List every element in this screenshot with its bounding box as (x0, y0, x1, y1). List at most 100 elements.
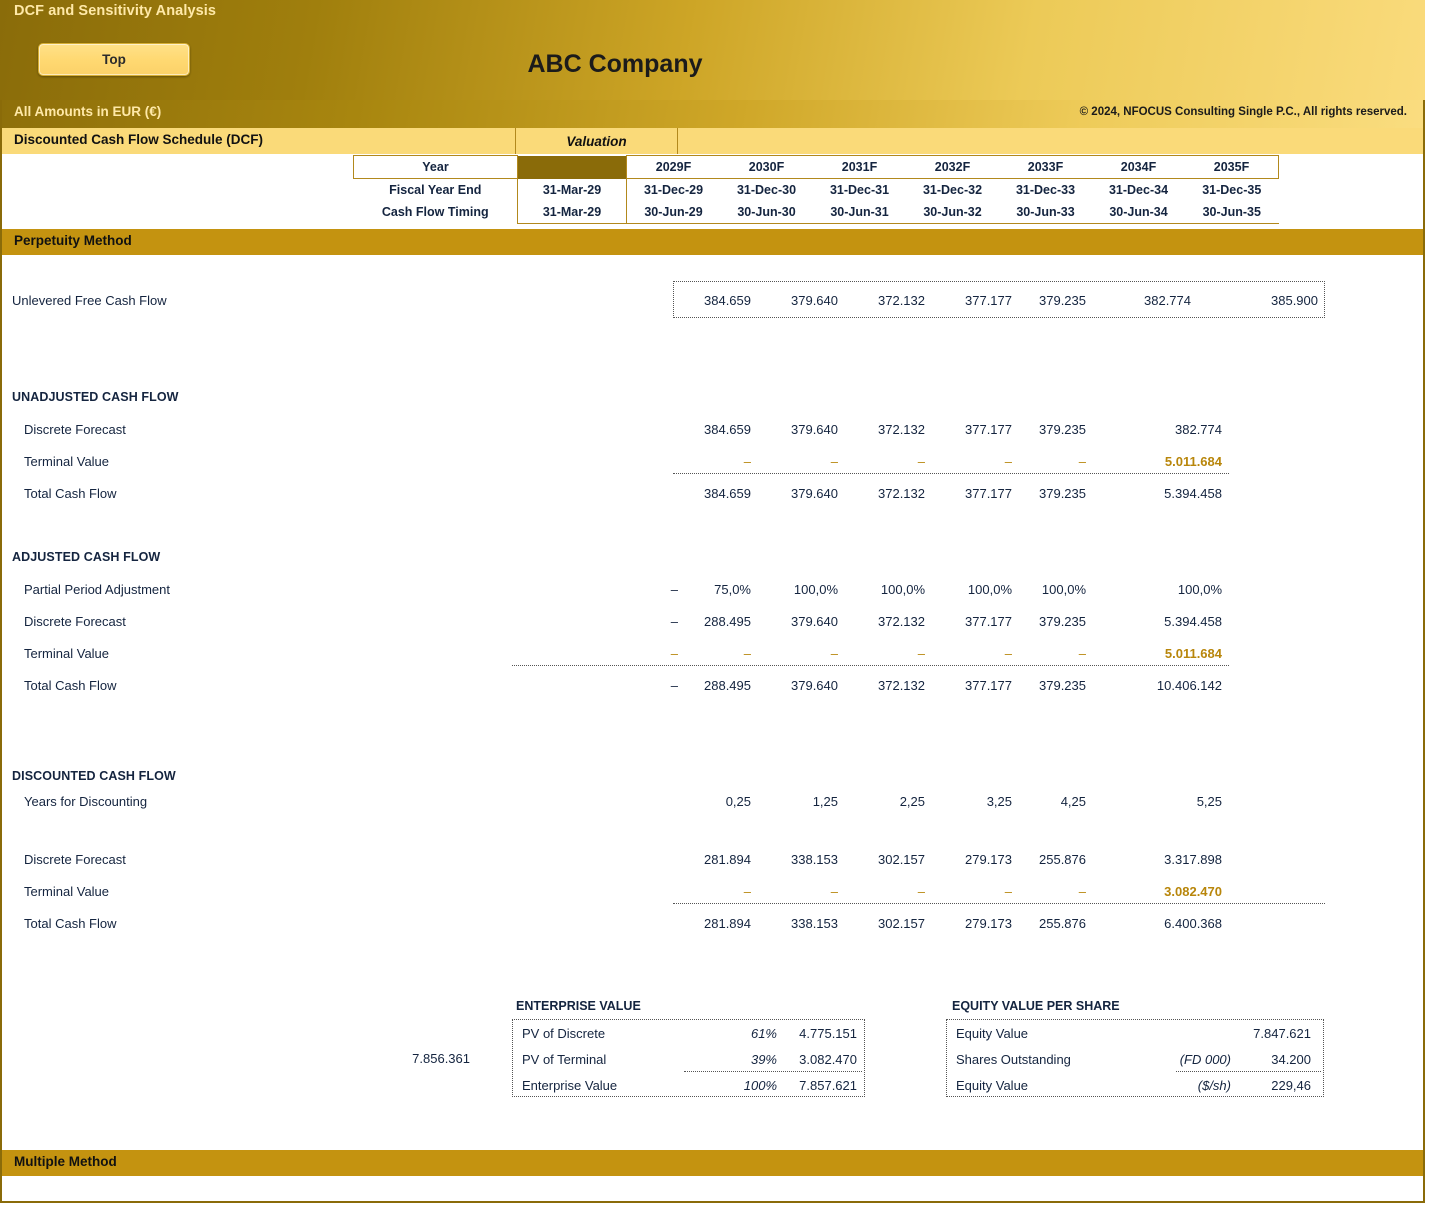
years-discounting-label: Years for Discounting (24, 794, 148, 809)
adjusted-discrete-1: 379.640 (791, 614, 838, 629)
discounted-discrete-0: 281.894 (704, 852, 751, 867)
equity-value-per-share-unit: ($/sh) (1197, 1078, 1231, 1093)
equity-value-per-share-label: Equity Value (956, 1078, 1029, 1093)
section-band-multiple-label: Multiple Method (14, 1154, 117, 1169)
valuation-cell-cash-flow-timing: 31-Mar-29 (517, 201, 627, 224)
schedule-title-bar: Discounted Cash Flow Schedule (DCF) (0, 128, 1425, 154)
fiscal-year-end-2: 31-Dec-31 (813, 178, 906, 201)
section-adjusted-cash-flow: ADJUSTED CASH FLOW (0, 542, 1425, 574)
adjusted-terminal-label: Terminal Value (24, 646, 110, 661)
unadjusted-total-1: 379.640 (791, 486, 838, 501)
unadjusted-terminal-4: – (1078, 454, 1086, 469)
adjusted-discrete-0: 288.495 (704, 614, 751, 629)
section-band-multiple: Multiple Method (0, 1150, 1425, 1176)
discounted-subtotal-rule (673, 903, 1325, 904)
company-name: ABC Company (527, 50, 703, 78)
unadjusted-discrete-4: 379.235 (1039, 422, 1086, 437)
enterprise-value-amount: 7.857.621 (799, 1078, 857, 1093)
currency-label: All Amounts in EUR (€) (14, 104, 162, 119)
pv-discrete-amount: 4.775.151 (799, 1026, 857, 1041)
year-header-3: 2032F (906, 155, 999, 179)
top-navigation-button[interactable]: Top (38, 43, 190, 76)
section-band-perpetuity: Perpetuity Method (0, 229, 1425, 255)
row-years-for-discounting: Years for Discounting 0,25 1,25 2,25 3,2… (0, 786, 1425, 818)
row-shares-outstanding: Shares Outstanding (FD 000) 34.200 (946, 1047, 1324, 1072)
ufcf-label: Unlevered Free Cash Flow (12, 293, 167, 308)
discounted-discrete-1: 338.153 (791, 852, 838, 867)
year-header-4: 2033F (999, 155, 1092, 179)
amounts-strip: All Amounts in EUR (€) © 2024, NFOCUS Co… (0, 100, 1425, 128)
sheet-border-bottom (0, 1201, 1425, 1203)
row-adjusted-total-cash-flow: Total Cash Flow – 288.495 379.640 372.13… (0, 670, 1425, 702)
shares-outstanding-unit: (FD 000) (1179, 1052, 1231, 1067)
equity-value-amount: 7.847.621 (1253, 1026, 1311, 1041)
row-partial-period-adjustment: Partial Period Adjustment – 75,0% 100,0%… (0, 574, 1425, 606)
period-header-table: Year 2029F 2030F 2031F 2032F 2033F 2034F… (353, 155, 1279, 224)
years-discounting-0: 0,25 (725, 794, 751, 809)
ppa-value-4: 100,0% (1041, 582, 1086, 597)
adjusted-terminal-1: – (830, 646, 838, 661)
ufcf-value-0: 384.659 (704, 293, 751, 308)
row-discounted-discrete-forecast: Discrete Forecast 281.894 338.153 302.15… (0, 844, 1425, 876)
discounted-discrete-5: 3.317.898 (1164, 852, 1222, 867)
unadjusted-discrete-5: 382.774 (1175, 422, 1222, 437)
adjusted-discrete-label: Discrete Forecast (24, 614, 126, 629)
unadjusted-section-title: UNADJUSTED CASH FLOW (12, 390, 179, 404)
discounted-terminal-1: – (830, 884, 838, 899)
ppa-value-1: 100,0% (793, 582, 838, 597)
adjusted-total-label: Total Cash Flow (24, 678, 117, 693)
equity-value-title: EQUITY VALUE PER SHARE (952, 999, 1120, 1013)
sheet-border-left (0, 100, 2, 1203)
year-header-2: 2031F (813, 155, 906, 179)
ppa-value-0: 75,0% (714, 582, 751, 597)
row-discounted-total-cash-flow: Total Cash Flow 281.894 338.153 302.157 … (0, 908, 1425, 940)
valuation-cell-year (517, 155, 627, 179)
row-pv-of-terminal: PV of Terminal 39% 3.082.470 (512, 1047, 865, 1072)
header-banner: DCF and Sensitivity Analysis Top ABC Com… (0, 0, 1425, 100)
year-header-0: 2029F (626, 155, 720, 179)
years-discounting-2: 2,25 (899, 794, 925, 809)
discounted-discrete-4: 255.876 (1039, 852, 1086, 867)
equity-value-rule (1176, 1071, 1321, 1072)
discounted-terminal-5: 3.082.470 (1164, 884, 1222, 899)
unadjusted-total-2: 372.132 (878, 486, 925, 501)
adjusted-total-1: 379.640 (791, 678, 838, 693)
row-equity-value: Equity Value 7.847.621 (946, 1021, 1324, 1046)
ufcf-value-6: 385.900 (1271, 293, 1318, 308)
ppa-label: Partial Period Adjustment (24, 582, 170, 597)
enterprise-value-standalone: 7.856.361 (412, 1051, 470, 1066)
cash-flow-timing-5: 30-Jun-34 (1092, 201, 1185, 224)
cash-flow-timing-6: 30-Jun-35 (1185, 201, 1279, 224)
fiscal-year-end-0: 31-Dec-29 (626, 178, 720, 201)
row-label-cash-flow-timing: Cash Flow Timing (353, 201, 518, 224)
enterprise-value-label: Enterprise Value (522, 1078, 618, 1093)
adjusted-subtotal-rule (512, 665, 1229, 666)
row-unadjusted-total-cash-flow: Total Cash Flow 384.659 379.640 372.132 … (0, 478, 1425, 510)
discounted-total-1: 338.153 (791, 916, 838, 931)
adjusted-terminal-2: – (917, 646, 925, 661)
unadjusted-discrete-1: 379.640 (791, 422, 838, 437)
year-header-1: 2030F (720, 155, 813, 179)
cash-flow-timing-0: 30-Jun-29 (626, 201, 720, 224)
discounted-total-4: 255.876 (1039, 916, 1086, 931)
row-enterprise-value: Enterprise Value 100% 7.857.621 (512, 1073, 865, 1098)
unadjusted-total-5: 5.394.458 (1164, 486, 1222, 501)
discounted-terminal-0: – (743, 884, 751, 899)
section-band-perpetuity-label: Perpetuity Method (14, 233, 132, 248)
pv-terminal-label: PV of Terminal (522, 1052, 607, 1067)
unadjusted-terminal-label: Terminal Value (24, 454, 110, 469)
unadjusted-total-0: 384.659 (704, 486, 751, 501)
adjusted-total-5: 10.406.142 (1156, 678, 1222, 693)
unadjusted-subtotal-rule (673, 473, 1229, 474)
cash-flow-timing-1: 30-Jun-30 (720, 201, 813, 224)
unadjusted-discrete-0: 384.659 (704, 422, 751, 437)
equity-value-label: Equity Value (956, 1026, 1029, 1041)
ppa-value-5: 100,0% (1177, 582, 1222, 597)
page-title: DCF and Sensitivity Analysis (14, 3, 217, 19)
fiscal-year-end-1: 31-Dec-30 (720, 178, 813, 201)
adjusted-total-0: 288.495 (704, 678, 751, 693)
unadjusted-terminal-1: – (830, 454, 838, 469)
cash-flow-timing-3: 30-Jun-32 (906, 201, 999, 224)
discounted-section-title: DISCOUNTED CASH FLOW (12, 769, 176, 783)
unadjusted-discrete-2: 372.132 (878, 422, 925, 437)
